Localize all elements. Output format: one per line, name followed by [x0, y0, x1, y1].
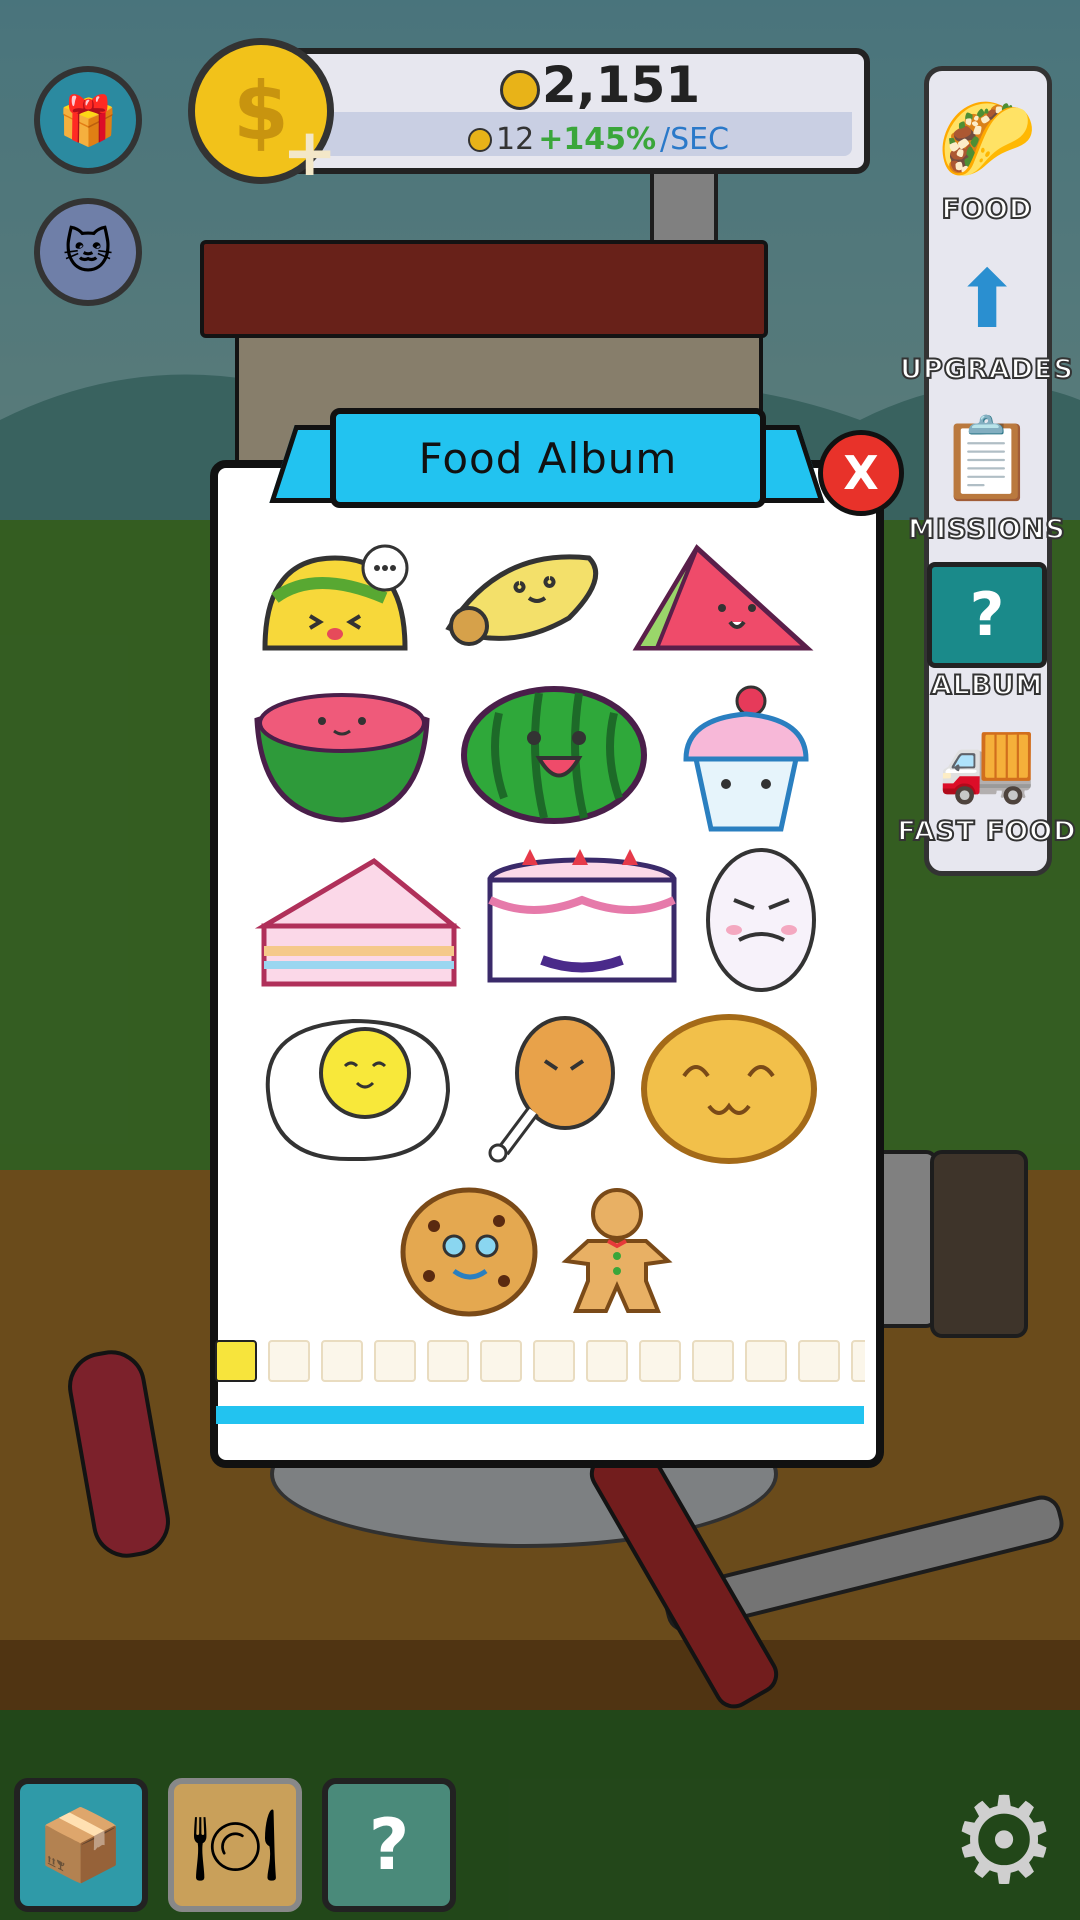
plus-icon[interactable]: +: [282, 120, 337, 186]
food-truck-icon: 🚚: [937, 714, 1037, 807]
close-button[interactable]: X: [818, 430, 904, 516]
sidebar-item-missions[interactable]: 📋 MISSIONS: [894, 404, 1080, 546]
sidebar-item-food[interactable]: 🌮 FOOD: [894, 84, 1080, 226]
upgrade-arrow-icon: ⬆: [953, 252, 1021, 346]
food-cookie[interactable]: [398, 1184, 540, 1320]
food-burrito[interactable]: [436, 528, 612, 668]
food-taco[interactable]: [250, 528, 420, 668]
gift-button[interactable]: 🎁: [34, 66, 142, 174]
crates-button[interactable]: 📦: [14, 1778, 148, 1912]
rate-bonus: +145%: [538, 122, 657, 157]
modal-title-ribbon: Food Album: [330, 408, 766, 508]
sidebar-item-album[interactable]: ? ALBUM: [894, 560, 1080, 702]
sidebar-item-label: UPGRADES: [899, 353, 1074, 386]
sidebar-item-label: MISSIONS: [907, 513, 1066, 546]
album-thumbnail[interactable]: [533, 1340, 575, 1382]
album-thumbnail[interactable]: [745, 1340, 787, 1382]
coin-icon: [468, 127, 492, 152]
food-gingerbread-man[interactable]: [556, 1184, 678, 1320]
cat-button[interactable]: 🐱: [34, 198, 142, 306]
question-icon: ?: [368, 1804, 410, 1886]
food-chicken-drumstick[interactable]: [480, 1008, 620, 1168]
rate-unit: /SEC: [660, 122, 730, 157]
rate-base: 12: [496, 122, 535, 157]
food-cake[interactable]: [478, 840, 686, 1000]
food-pancake[interactable]: [638, 1008, 820, 1168]
album-thumbnail[interactable]: [798, 1340, 840, 1382]
coins-total: 2,151: [542, 56, 701, 114]
album-thumbnail[interactable]: [374, 1340, 416, 1382]
food-watermelon-half[interactable]: [250, 680, 434, 830]
close-icon: X: [843, 446, 879, 500]
plate-table-icon: 🍽: [190, 1803, 280, 1886]
sidebar-item-label: FOOD: [941, 193, 1033, 226]
coin-icon: [500, 70, 540, 110]
album-thumbnail[interactable]: [321, 1340, 363, 1382]
album-book-icon: ?: [923, 560, 1051, 670]
food-cupcake[interactable]: [672, 676, 820, 836]
album-thumbnail[interactable]: [215, 1340, 257, 1382]
album-thumbnail[interactable]: [586, 1340, 628, 1382]
food-watermelon[interactable]: [456, 680, 652, 830]
cat-icon: 🐱: [62, 224, 114, 280]
album-thumbnail[interactable]: [851, 1340, 865, 1382]
mystery-button[interactable]: ?: [322, 1778, 456, 1912]
table-button[interactable]: 🍽: [168, 1778, 302, 1912]
album-thumbnail[interactable]: [639, 1340, 681, 1382]
food-cake-slice[interactable]: [250, 846, 462, 996]
sidebar-item-label: ALBUM: [930, 669, 1044, 702]
sidebar-item-fast-food[interactable]: 🚚 FAST FOOD: [894, 706, 1080, 848]
sidebar-item-upgrades[interactable]: ⬆ UPGRADES: [894, 244, 1080, 387]
sidebar-item-label: FAST FOOD: [896, 815, 1077, 848]
crates-icon: 📦: [37, 1803, 125, 1886]
album-thumbnail[interactable]: [268, 1340, 310, 1382]
album-scroll-bar[interactable]: [216, 1406, 864, 1424]
taco-icon: 🌮: [937, 92, 1037, 185]
album-thumbnail[interactable]: [427, 1340, 469, 1382]
coin-rate: 12 +145% /SEC: [468, 122, 729, 157]
clipboard-icon: 📋: [937, 412, 1037, 505]
gift-icon: 🎁: [58, 92, 118, 149]
food-meme-egg[interactable]: [702, 844, 820, 996]
modal-title: Food Album: [418, 433, 678, 483]
album-thumbnail[interactable]: [692, 1340, 734, 1382]
gear-icon[interactable]: ⚙: [946, 1782, 1062, 1902]
album-thumbnail[interactable]: [480, 1340, 522, 1382]
album-thumbnail-strip[interactable]: [215, 1340, 865, 1384]
food-watermelon-slice[interactable]: [624, 528, 820, 668]
food-fried-egg[interactable]: [250, 1008, 460, 1168]
